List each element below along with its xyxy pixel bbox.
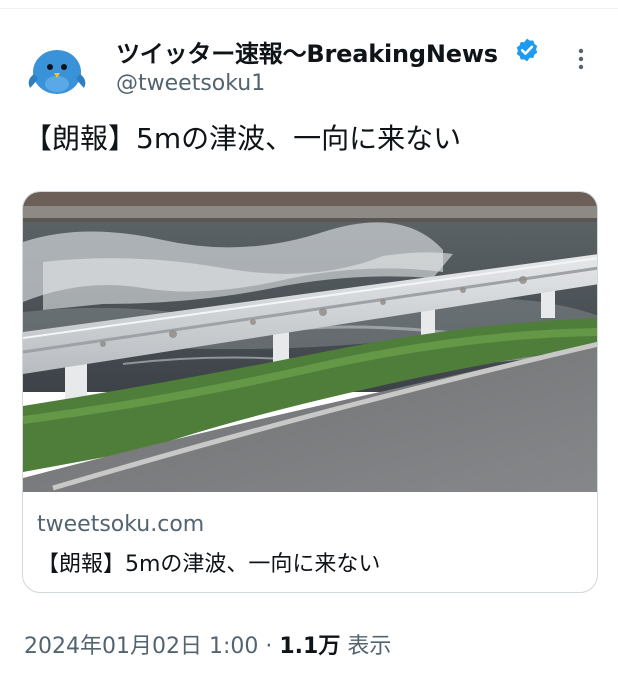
card-domain[interactable]: tweetsoku.com xyxy=(37,512,204,537)
tweet-text: 【朗報】5mの津波、一向に来ない xyxy=(24,122,462,155)
tweet-timestamp[interactable]: 2024年01月02日 1:00 xyxy=(24,634,258,659)
top-divider xyxy=(0,8,618,9)
views-label: 表示 xyxy=(340,634,392,659)
meta-separator: · xyxy=(258,634,280,659)
views-count[interactable]: 1.1万 xyxy=(279,634,340,659)
link-card[interactable]: tweetsoku.com 【朗報】5mの津波、一向に来ない xyxy=(22,191,598,593)
river-guardrail-photo[interactable] xyxy=(23,192,598,492)
tweet-meta: 2024年01月02日 1:00 · 1.1万 表示 xyxy=(24,628,391,660)
author-display-name[interactable]: ツイッター速報〜BreakingNews xyxy=(116,34,498,69)
avatar[interactable] xyxy=(24,36,90,102)
author-handle[interactable]: @tweetsoku1 xyxy=(116,71,265,96)
more-options-icon[interactable] xyxy=(572,46,590,72)
card-title[interactable]: 【朗報】5mの津波、一向に来ない xyxy=(37,546,380,578)
blue-bird-avatar-icon xyxy=(24,36,90,102)
verified-badge-icon[interactable] xyxy=(514,37,540,63)
